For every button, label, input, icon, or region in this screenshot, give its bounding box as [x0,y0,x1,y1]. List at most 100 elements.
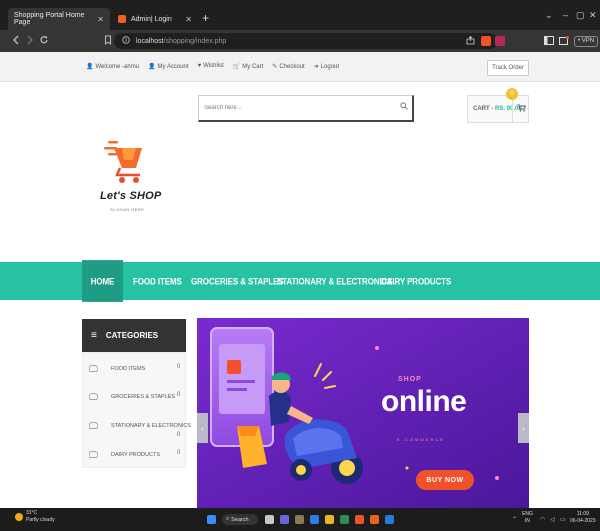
my-account-link[interactable]: 👤 My Account [148,63,189,70]
maximize-button[interactable]: ▢ [576,10,585,21]
reload-icon[interactable] [39,35,49,48]
edge-icon[interactable] [310,515,319,524]
menu-icon: ≡ [91,330,97,341]
clock[interactable]: 11:09 06-04-2023 [570,511,596,525]
cart-label: CART - [473,106,494,112]
brave-shield-icon[interactable] [481,36,491,46]
nav-groceries-staples[interactable]: GROCERIES & STAPLES [191,260,284,302]
account-links: 👤 Welcome -ahmu 👤 My Account ♥ Wishlist 🛒 My… [86,63,339,70]
nav-home[interactable]: HOME [82,260,123,302]
link-label: My Account [157,64,189,70]
tab-title: Admin| Login [131,15,172,23]
share-icon[interactable] [466,35,475,48]
brand-name: Let's SHOP [100,190,162,202]
tab-title: Shopping Portal Home Page [14,12,85,26]
address-bar-row: localhost/shopping/index.php • VPN [0,30,600,52]
slider-next-button[interactable]: › [518,413,529,443]
search-box [198,95,414,122]
close-icon[interactable]: ✕ [185,15,192,24]
wishlist-link[interactable]: ♥ Wishlist [198,63,224,70]
wallet-icon[interactable] [559,36,569,48]
lang-bottom: IN [524,518,530,524]
link-label: Wishlist [203,63,224,69]
user-icon: 👤 [148,64,156,70]
taskbar-search[interactable]: ⌕ Search [222,514,258,525]
vscode-icon[interactable] [385,515,394,524]
close-window-button[interactable]: ✕ [589,10,597,21]
main-nav: HOME FOOD ITEMS GROCERIES & STAPLES STAT… [0,260,600,302]
nav-dairy-products[interactable]: DAIRY PRODUCTS [381,260,451,302]
link-label: Checkout [279,64,305,70]
categories-title: CATEGORIES [105,331,159,340]
monitor-icon: 🖵 [89,421,98,431]
category-label: STATIONARY & ELECTRONICS [111,423,191,429]
heart-icon: ♥ [197,63,202,69]
sidebar-icon[interactable] [544,36,554,48]
store-icon[interactable] [340,515,349,524]
buy-now-button[interactable]: BUY NOW [416,470,474,490]
cart-logo-icon [104,141,142,183]
cart-icon: 🛒 [232,64,241,70]
logout-link[interactable]: ➜ Logout [314,63,339,70]
windows-start-icon[interactable] [207,515,216,524]
search-icon[interactable] [400,102,408,112]
url-field[interactable]: localhost/shopping/index.php [114,33,498,49]
chevron-down-icon[interactable]: ⌄ [545,10,553,21]
track-order-button[interactable]: Track Order [487,60,529,76]
search-input[interactable] [199,96,379,120]
banner-illustration [197,318,529,508]
chevron-up-icon[interactable]: ⌃ [512,516,517,523]
checkout-link[interactable]: ✎ Checkout [272,63,304,70]
info-icon [122,36,130,46]
volume-icon[interactable]: ◁ [550,516,555,523]
category-label: DAIRY PRODUCTS [111,452,161,458]
task-view-icon[interactable] [265,515,274,524]
category-count: 0 [177,392,181,398]
cart-icon [517,104,526,114]
chat-icon[interactable] [280,515,289,524]
new-tab-button[interactable]: + [202,12,209,24]
tab-admin-login[interactable]: Admin| Login ✕ [112,8,198,30]
weather-temp: 31°C [26,510,38,516]
back-icon[interactable] [12,35,20,48]
weather-desc: Partly cloudy [26,517,55,523]
url-path: /shopping/index.php [163,37,227,45]
brave-rewards-icon[interactable] [495,36,505,46]
cart-total: CART - RS. 00.00 [473,106,522,112]
bookmark-icon[interactable] [104,35,112,48]
cart-count-badge: 0 [506,88,518,100]
my-cart-link[interactable]: 🛒 My Cart [233,63,263,70]
category-count: 0 [177,432,181,438]
welcome-link[interactable]: 👤 Welcome -ahmu [86,63,139,70]
language-indicator[interactable]: ENG IN [522,511,533,525]
file-explorer-icon[interactable] [325,515,334,524]
category-label: FOOD ITEMS [111,366,146,372]
clock-time: 11:09 [576,511,589,517]
taskbar-search-label: Search [231,516,249,523]
vpn-button[interactable]: • VPN [574,36,599,47]
os-taskbar: 31°C Partly cloudy ⌕ Search ⌃ ENG IN ◠ ◁… [0,508,600,531]
slider-prev-button[interactable]: ‹ [197,413,208,443]
user-icon: 👤 [86,64,94,70]
cart-summary[interactable]: CART - RS. 00.00 0 [467,88,529,123]
forward-icon[interactable] [26,35,34,48]
app-icon[interactable] [295,515,304,524]
wifi-icon[interactable]: ◠ [540,516,545,523]
site-logo[interactable]: Let's SHOP SLOGAN HERE [100,138,170,218]
tab-shopping-portal[interactable]: Shopping Portal Home Page ✕ [8,8,110,30]
banner-kicker: SHOP [398,376,422,383]
monitor-icon: 🖵 [89,392,98,402]
battery-icon[interactable]: ▭ [560,516,566,523]
brave-icon[interactable] [355,515,364,524]
link-label: My Cart [242,64,264,70]
hero-banner[interactable] [197,318,529,508]
tab-favicon-icon [118,15,126,23]
nav-stationary-electronics[interactable]: STATIONARY & ELECTRONICS [277,260,393,302]
nav-food-items[interactable]: FOOD ITEMS [133,260,182,302]
xampp-icon[interactable] [370,515,379,524]
weather-widget[interactable]: 31°C Partly cloudy [15,510,55,524]
link-label: Logout [320,64,340,70]
minimize-button[interactable]: – [563,10,568,20]
close-icon[interactable]: ✕ [97,15,104,24]
url-host: localhost [136,37,164,45]
